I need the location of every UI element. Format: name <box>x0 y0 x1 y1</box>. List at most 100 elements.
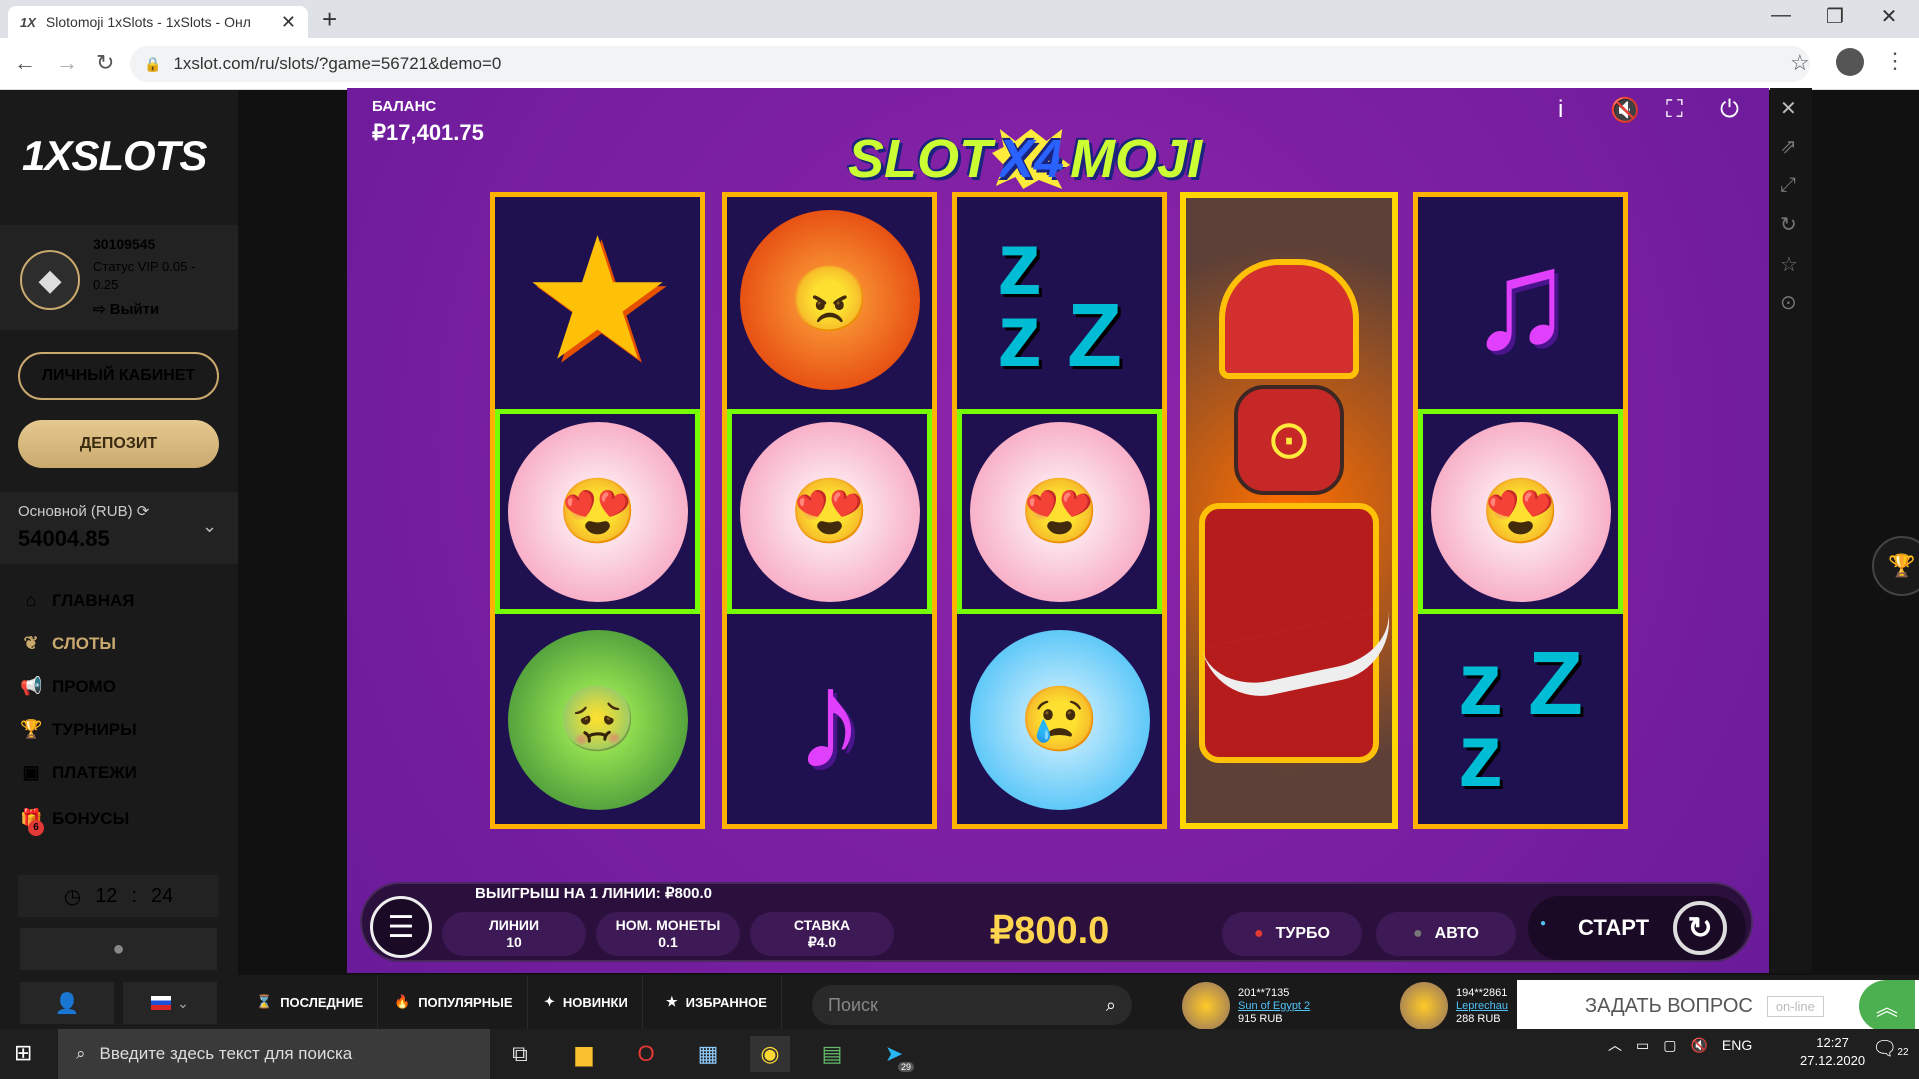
site-logo[interactable]: 1XSLOTS <box>22 132 207 180</box>
reload-game-icon[interactable]: ↻ <box>1780 212 1797 237</box>
game-search-input[interactable]: Поиск ⌕ <box>812 985 1132 1025</box>
start-indicator-icon: ● <box>1540 918 1547 929</box>
app-icon[interactable]: ▦ <box>688 1036 728 1072</box>
lines-selector[interactable]: ЛИНИИ 10 <box>442 912 586 956</box>
chevron-down-icon: ⌄ <box>177 994 189 1011</box>
toggle-icon[interactable]: ⊙ <box>1780 290 1797 315</box>
browser-menu-icon[interactable]: ⋮ <box>1884 48 1906 74</box>
windows-start-icon[interactable]: ⊞ <box>14 1040 32 1066</box>
deposit-button[interactable]: ДЕПОЗИТ <box>18 420 219 468</box>
tab-favorites[interactable]: ★ ИЗБРАННОЕ <box>652 975 782 1029</box>
nav-tournaments[interactable]: 🏆 ТУРНИРЫ <box>20 719 137 740</box>
new-tab-button[interactable]: + <box>322 4 337 35</box>
favorite-star-icon[interactable]: ☆ <box>1780 252 1798 277</box>
coin-value-selector[interactable]: НОМ. МОНЕТЫ 0.1 <box>596 912 740 956</box>
refresh-icon[interactable]: ⟳ <box>137 503 150 520</box>
logo-part-x4: X4 <box>992 129 1071 189</box>
tab-new[interactable]: ✦ НОВИНКИ <box>530 975 643 1029</box>
nav-home[interactable]: ⌂ ГЛАВНАЯ <box>20 590 135 611</box>
nav-slots[interactable]: ❦ СЛОТЫ <box>20 633 116 654</box>
personal-cabinet-button[interactable]: ЛИЧНЫЙ КАБИНЕТ <box>18 352 219 400</box>
symbol-heart-eyes: 😍 <box>1418 409 1623 614</box>
star-icon: ★ <box>666 994 678 1009</box>
language-selector[interactable]: ⌄ <box>123 982 217 1024</box>
bookmark-star-icon[interactable]: ☆ <box>1790 50 1810 76</box>
tab-label: НОВИНКИ <box>562 994 628 1010</box>
expand-icon[interactable]: ⤢ <box>1780 174 1796 197</box>
symbol-heart-eyes: 😍 <box>495 409 700 614</box>
winner-amount: 915 RUB <box>1238 1012 1283 1025</box>
game-balance-label: БАЛАНС <box>372 98 437 115</box>
calculator-icon[interactable]: ▤ <box>812 1036 852 1072</box>
telegram-icon[interactable]: ➤ 29 <box>874 1036 914 1072</box>
power-icon[interactable]: ⏻ <box>1720 96 1739 124</box>
task-view-icon[interactable]: ⧉ <box>500 1036 540 1072</box>
network-icon[interactable]: ▢ <box>1663 1037 1676 1054</box>
lock-icon: 🔒 <box>144 55 162 72</box>
close-game-icon[interactable]: ✕ <box>1780 96 1797 121</box>
search-icon[interactable]: ⌕ <box>1106 995 1116 1016</box>
auto-button[interactable]: ● АВТО <box>1376 912 1516 956</box>
taskbar-search[interactable]: ⌕ Введите здесь текст для поиска <box>58 1029 490 1079</box>
profile-icon[interactable] <box>1836 48 1864 76</box>
reload-icon[interactable]: ↻ <box>96 50 114 76</box>
info-icon[interactable]: i <box>1558 96 1563 124</box>
support-chat-widget[interactable]: ЗАДАТЬ ВОПРОС on-line ︽ <box>1517 980 1919 1032</box>
restore-icon[interactable]: ❐ <box>1812 4 1858 29</box>
minimize-icon[interactable]: — <box>1758 4 1804 27</box>
trophy-icon: 🏆 <box>1888 553 1916 578</box>
close-tab-icon[interactable]: ✕ <box>281 12 296 33</box>
file-explorer-icon[interactable]: ▆ <box>564 1036 604 1072</box>
browser-tab[interactable]: 1X Slotomoji 1xSlots - 1xSlots - Онл ✕ <box>8 6 308 38</box>
ask-question-label: ЗАДАТЬ ВОПРОС <box>1585 994 1753 1017</box>
chevron-up-icon[interactable]: ︽ <box>1859 980 1915 1032</box>
taskbar-clock[interactable]: 12:27 27.12.2020 <box>1800 1034 1865 1070</box>
home-icon: ⌂ <box>25 590 37 610</box>
win-amount: ₽800.0 <box>990 910 1110 952</box>
tab-label: ПОСЛЕДНИЕ <box>280 994 364 1010</box>
sick-emoji-icon: 🤢 <box>507 629 688 810</box>
symbol-note: ♪ <box>727 617 932 822</box>
url-field[interactable]: 🔒 1xslot.com/ru/slots/?game=56721&demo=0 <box>130 46 1810 82</box>
music-note-icon: ♪ <box>794 640 865 798</box>
opera-icon[interactable]: O <box>626 1036 666 1072</box>
input-language[interactable]: ENG <box>1722 1037 1752 1053</box>
start-spin-button[interactable]: СТАРТ ↻ <box>1528 896 1746 960</box>
coin-value: 0.1 <box>658 934 678 950</box>
nav-payments[interactable]: ▣ ПЛАТЕЖИ <box>20 762 136 783</box>
tab-recent[interactable]: ⌛ ПОСЛЕДНИЕ <box>242 975 379 1029</box>
forward-icon[interactable]: → <box>56 50 78 76</box>
volume-mute-icon[interactable]: 🔇 <box>1690 1037 1707 1054</box>
android-app-button[interactable]: ● <box>20 928 217 970</box>
heart-eyes-emoji-icon: 😍 <box>739 421 920 602</box>
nav-label: БОНУСЫ <box>52 808 130 828</box>
logout-link[interactable]: ⇨ Выйти <box>93 300 159 318</box>
mute-icon[interactable]: 🔇 <box>1610 96 1640 125</box>
recent-winner[interactable]: 201**7135 Sun of Egypt 2 915 RUB <box>1182 982 1310 1030</box>
online-status-badge: on-line <box>1766 995 1824 1017</box>
tab-popular[interactable]: 🔥 ПОПУЛЯРНЫЕ <box>380 975 528 1029</box>
turbo-label: ТУРБО <box>1275 925 1330 942</box>
symbol-note: ♫ <box>1418 197 1623 402</box>
trophy-icon: 🏆 <box>20 719 43 739</box>
back-icon[interactable]: ← <box>14 50 36 76</box>
recent-winner[interactable]: 194**2861 Leprechau 288 RUB <box>1400 982 1508 1030</box>
notification-count: 22 <box>1897 1047 1909 1058</box>
share-icon[interactable]: ⇗ <box>1780 134 1797 159</box>
nav-bonuses[interactable]: 🎁 6 БОНУСЫ <box>20 808 130 836</box>
chevron-down-icon[interactable]: ⌄ <box>202 516 217 537</box>
turbo-button[interactable]: ● ТУРБО <box>1222 912 1362 956</box>
notifications-icon[interactable]: 🗨22 <box>1872 1036 1909 1061</box>
account-button[interactable]: 👤 <box>20 982 114 1024</box>
chrome-icon[interactable]: ◉ <box>750 1036 790 1072</box>
lines-label: ЛИНИИ <box>488 917 540 933</box>
winner-amount: 288 RUB <box>1456 1012 1501 1025</box>
fullscreen-icon[interactable]: ⛶ <box>1666 96 1683 124</box>
nav-promo[interactable]: 📢 ПРОМО <box>20 676 116 697</box>
sleep-zzz-icon: zz Z <box>997 213 1122 386</box>
close-window-icon[interactable]: ✕ <box>1866 4 1912 29</box>
battery-icon[interactable]: ▭ <box>1636 1037 1649 1054</box>
game-menu-button[interactable]: ☰ <box>370 896 432 958</box>
tray-chevron-icon[interactable]: ︿ <box>1608 1035 1622 1055</box>
bet-selector[interactable]: СТАВКА ₽4.0 <box>750 912 894 956</box>
